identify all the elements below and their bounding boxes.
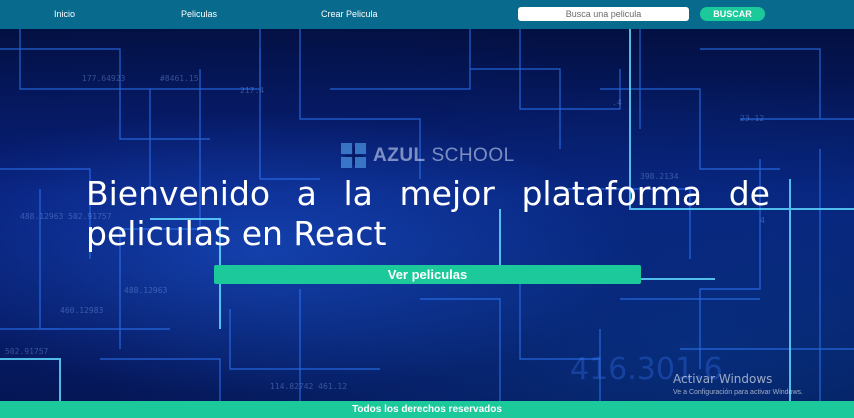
ver-peliculas-button[interactable]: Ver peliculas (214, 265, 641, 284)
azul-school-logo: AZUL SCHOOL (341, 143, 515, 169)
search-input[interactable] (518, 7, 689, 21)
hero-title: Bienvenido a la mejor plataforma de peli… (86, 174, 770, 253)
search-button[interactable]: BUSCAR (700, 7, 765, 21)
svg-text:.4: .4 (612, 98, 622, 107)
nav-link-crear-pelicula[interactable]: Crear Pelicula (321, 0, 378, 29)
nav-link-peliculas[interactable]: Peliculas (181, 0, 217, 29)
watermark-subtitle: Ve a Configuración para activar Windows. (673, 389, 803, 396)
footer-text: Todos los derechos reservados (352, 404, 502, 415)
svg-text:177.64923: 177.64923 (82, 74, 126, 83)
svg-text:114.82742 461.12: 114.82742 461.12 (270, 382, 347, 391)
footer: Todos los derechos reservados (0, 401, 854, 418)
logo-text-rest: SCHOOL (431, 145, 515, 166)
azul-school-logo-text: AZUL SCHOOL (373, 145, 515, 167)
svg-text:502.91757: 502.91757 (5, 347, 49, 356)
svg-text:#8461.15: #8461.15 (160, 74, 199, 83)
logo-text-bold: AZUL (373, 145, 426, 166)
svg-text:488.12963: 488.12963 (124, 286, 168, 295)
hero-section: 177.64923 #8461.15 217.4 .4 23.12 488.12… (0, 29, 854, 401)
watermark-title: Activar Windows (673, 372, 773, 386)
azul-school-logo-icon (341, 143, 366, 168)
nav-link-inicio[interactable]: Inicio (54, 0, 75, 29)
svg-text:217.4: 217.4 (240, 86, 264, 95)
navbar: Inicio Peliculas Crear Pelicula BUSCAR (0, 0, 854, 29)
svg-text:23.12: 23.12 (740, 114, 764, 123)
svg-text:460.12983: 460.12983 (60, 306, 104, 315)
windows-activation-watermark: Activar Windows Ve a Configuración para … (673, 372, 803, 396)
